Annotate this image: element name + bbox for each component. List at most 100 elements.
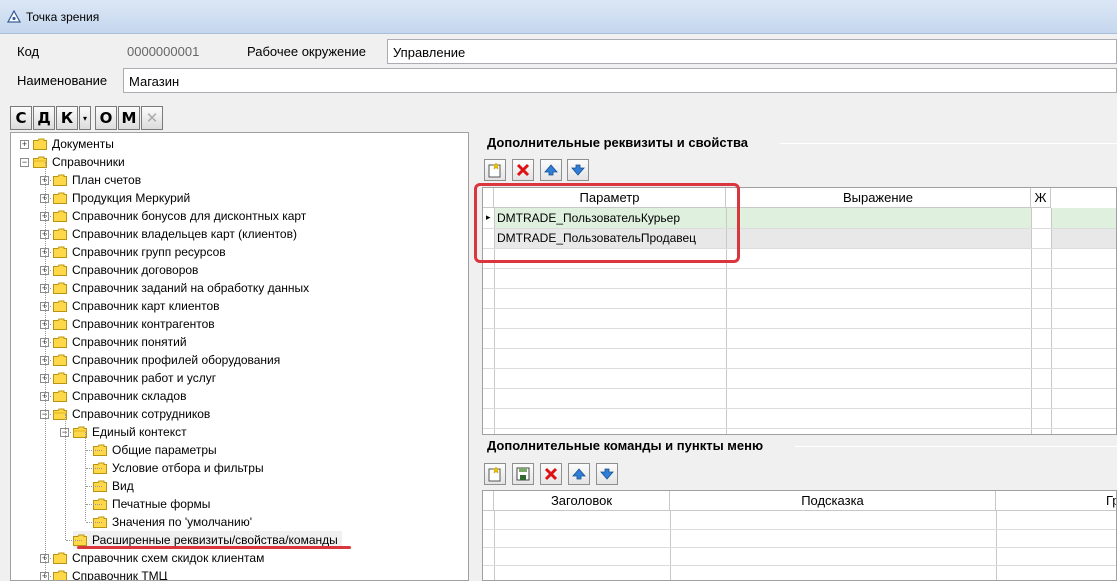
btn-s[interactable]: С — [10, 106, 32, 130]
highlight-underline — [77, 546, 351, 549]
btn-o[interactable]: О — [95, 106, 117, 130]
arrow-down-icon — [600, 468, 614, 480]
cmd-move-down-button[interactable] — [596, 463, 618, 485]
tree-item[interactable]: + План счетов — [40, 171, 141, 189]
tree-item[interactable]: + Справочник владельцев карт (клиентов) — [40, 225, 297, 243]
tree-line — [46, 306, 51, 307]
commands-section-title: Дополнительные команды и пункты меню — [487, 438, 764, 453]
tree-item-label: Печатные формы — [112, 497, 211, 511]
tree-item-label: Единый контекст — [92, 425, 187, 439]
grid-line — [483, 368, 1116, 369]
expand-icon[interactable]: + — [20, 139, 29, 149]
collapse-icon[interactable]: − — [20, 157, 29, 167]
tree-line — [66, 540, 82, 541]
add-icon — [488, 162, 501, 178]
highlight-box — [474, 183, 740, 263]
tree-item-label: Справочник владельцев карт (клиентов) — [72, 227, 297, 241]
tree-item[interactable]: + Справочник контрагентов — [40, 315, 215, 333]
tree-item[interactable]: + Справочник складов — [40, 387, 186, 405]
btn-m[interactable]: М — [118, 106, 140, 130]
commands-col-hint[interactable]: Подсказка — [670, 491, 996, 511]
grid-line — [996, 511, 997, 580]
folder-icon — [53, 390, 67, 402]
props-move-up-button[interactable] — [540, 159, 562, 181]
code-value: 0000000001 — [127, 44, 200, 59]
env-field[interactable]: Управление — [387, 39, 1117, 64]
tree-item[interactable]: + Справочник схем скидок клиентам — [40, 549, 264, 567]
folder-icon — [53, 552, 67, 564]
tree-line — [86, 450, 102, 451]
tree-item[interactable]: − Единый контекст — [60, 423, 187, 441]
cmd-move-up-button[interactable] — [568, 463, 590, 485]
cmd-save-button[interactable] — [512, 463, 534, 485]
tree-item-label: Вид — [112, 479, 134, 493]
tree-line — [46, 270, 51, 271]
tree-item[interactable]: + Справочник профилей оборудования — [40, 351, 280, 369]
add-icon — [488, 466, 501, 482]
cmd-add-button[interactable] — [484, 463, 506, 485]
props-add-button[interactable] — [484, 159, 506, 181]
grid-line — [1031, 208, 1032, 434]
tree-item[interactable]: Условие отбора и фильтры — [93, 459, 264, 477]
tree-item[interactable]: − Справочники — [20, 153, 125, 171]
tree-item[interactable]: + Документы — [20, 135, 114, 153]
btn-remove[interactable]: ✕ — [141, 106, 163, 130]
tree-line — [46, 288, 51, 289]
tree-item[interactable]: + Справочник групп ресурсов — [40, 243, 226, 261]
grid-line — [483, 388, 1116, 389]
grid-line — [483, 408, 1116, 409]
tree-line — [46, 234, 51, 235]
commands-grid-corner — [483, 491, 494, 511]
props-delete-button[interactable] — [512, 159, 534, 181]
props-move-down-button[interactable] — [567, 159, 589, 181]
commands-col-group[interactable]: Гр — [996, 491, 1116, 511]
folder-icon — [53, 264, 67, 276]
props-section-divider — [780, 143, 1117, 144]
grid-line — [1051, 208, 1052, 434]
tree-item-label: Справочник групп ресурсов — [72, 245, 226, 259]
env-label: Рабочее окружение — [247, 44, 366, 59]
tree-item-label: Справочник складов — [72, 389, 187, 403]
tree-item-label: Справочник работ и услуг — [72, 371, 217, 385]
tree-item[interactable]: + Продукция Меркурий — [40, 189, 190, 207]
tree-item[interactable]: + Справочник понятий — [40, 333, 187, 351]
tree-line — [46, 180, 51, 181]
arrow-up-icon — [572, 468, 586, 480]
tree-item[interactable]: + Справочник работ и услуг — [40, 369, 216, 387]
tree-item-label: Справочник понятий — [72, 335, 187, 349]
props-col-j[interactable]: Ж — [1031, 188, 1051, 208]
commands-col-title[interactable]: Заголовок — [494, 491, 670, 511]
tree-item[interactable]: Значения по 'умолчанию' — [93, 513, 252, 531]
folder-icon — [53, 228, 67, 240]
tree-item-label: Справочник заданий на обработку данных — [72, 281, 310, 295]
tree-item[interactable]: Общие параметры — [93, 441, 217, 459]
btn-k[interactable]: К — [56, 106, 78, 130]
tree-item[interactable]: + Справочник договоров — [40, 261, 198, 279]
btn-k-dropdown[interactable]: ▾ — [79, 106, 91, 130]
grid-line — [483, 288, 1116, 289]
tree-item-label: Справочник схем скидок клиентам — [72, 551, 265, 565]
tree-item-label: Справочник контрагентов — [72, 317, 215, 331]
props-col-expr[interactable]: Выражение — [726, 188, 1031, 208]
tree-item[interactable]: + Справочник бонусов для дисконтных карт — [40, 207, 306, 225]
folder-icon — [53, 210, 67, 222]
tree-item-label: Расширенные реквизиты/свойства/команды — [92, 533, 338, 547]
tree-item[interactable]: + Справочник заданий на обработку данных — [40, 279, 309, 297]
tree-line — [86, 486, 102, 487]
commands-grid[interactable]: Заголовок Подсказка Гр — [482, 490, 1117, 581]
tree-item[interactable]: Печатные формы — [93, 495, 210, 513]
tree-view[interactable]: + Документы − Справочники + План счетов + Проду… — [10, 132, 469, 581]
btn-d[interactable]: Д — [33, 106, 55, 130]
props-section-title: Дополнительные реквизиты и свойства — [487, 135, 749, 150]
tree-item-label: Значения по 'умолчанию' — [112, 515, 252, 529]
folder-icon — [53, 372, 67, 384]
tree-item[interactable]: + Справочник ТМЦ — [40, 567, 168, 580]
cmd-delete-button[interactable] — [540, 463, 562, 485]
grid-line — [494, 511, 495, 580]
tree-line — [46, 558, 51, 559]
folder-icon — [53, 336, 67, 348]
tree-line — [46, 576, 51, 577]
tree-item[interactable]: + Справочник карт клиентов — [40, 297, 220, 315]
name-field[interactable]: Магазин — [123, 68, 1117, 93]
tree-item-label: Продукция Меркурий — [72, 191, 191, 205]
